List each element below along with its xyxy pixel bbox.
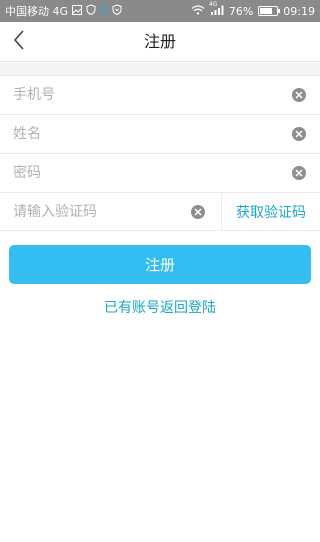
clear-password-icon[interactable] (292, 166, 306, 180)
phone-input[interactable] (0, 76, 292, 114)
network-type: 4G (208, 0, 218, 8)
clear-code-icon[interactable] (191, 204, 205, 219)
password-row (0, 153, 320, 192)
password-input[interactable] (0, 154, 292, 192)
signal-icon: 4G (209, 1, 224, 18)
clear-phone-icon[interactable] (292, 88, 306, 102)
image-icon (72, 4, 83, 18)
get-code-button[interactable]: 获取验证码 (222, 193, 320, 230)
shield-icon (86, 4, 96, 18)
nav-bar: 注册 (0, 22, 320, 62)
name-row (0, 114, 320, 153)
page-title: 注册 (143, 32, 176, 51)
heart-shield-icon (112, 4, 122, 18)
carrier-label: 中国移动 4G (5, 5, 69, 18)
status-bar: 中国移动 4G 4G 76% 09:19 (0, 0, 320, 22)
status-time: 09:19 (283, 4, 315, 18)
back-to-login-link[interactable]: 已有账号返回登陆 (0, 297, 320, 317)
code-input-wrap (0, 193, 222, 230)
register-button[interactable]: 注册 (9, 245, 311, 284)
notification-icon (100, 4, 108, 18)
name-input[interactable] (0, 115, 292, 153)
battery-percent: 76% (228, 4, 254, 18)
register-form: 获取验证码 (0, 75, 320, 231)
battery-fill (260, 8, 273, 14)
battery-icon (258, 6, 281, 16)
section-divider (0, 63, 320, 75)
clear-name-icon[interactable] (292, 127, 306, 141)
code-row: 获取验证码 (0, 192, 320, 231)
status-left: 中国移动 4G (5, 3, 191, 19)
phone-row (0, 75, 320, 114)
wifi-icon (191, 4, 205, 18)
status-right: 4G 76% 09:19 (191, 1, 315, 18)
verification-code-input[interactable] (0, 193, 191, 230)
